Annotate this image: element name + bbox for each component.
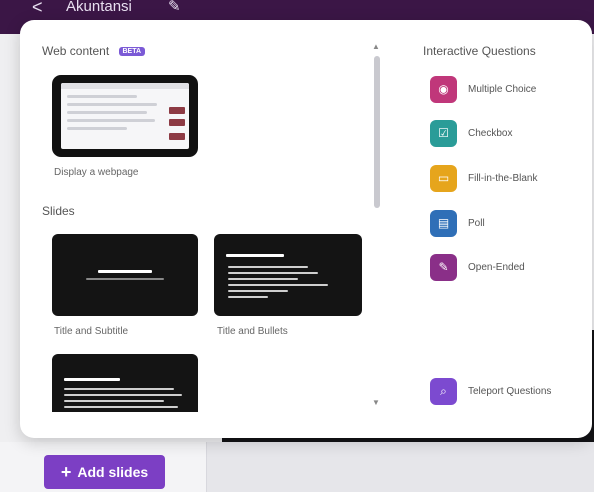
preview-image: [169, 133, 185, 140]
thumb-bullet: [228, 284, 328, 286]
preview-image: [169, 119, 185, 126]
title-bullets-thumbnail[interactable]: [214, 234, 362, 316]
question-label: Open-Ended: [468, 261, 525, 273]
question-label: Poll: [468, 217, 485, 229]
thumb-bullet: [228, 290, 288, 292]
question-multiple-choice[interactable]: ◉ Multiple Choice: [430, 75, 536, 103]
preview-line: [67, 119, 155, 122]
thumb-bullet: [228, 266, 308, 268]
question-label: Fill-in-the-Blank: [468, 172, 538, 184]
preview-image: [169, 107, 185, 114]
teleport-questions-button[interactable]: ⌕ Teleport Questions: [430, 377, 551, 405]
display-webpage-label: Display a webpage: [54, 167, 139, 178]
title-subtitle-label: Title and Subtitle: [54, 326, 129, 337]
scroll-up-icon[interactable]: ▲: [372, 42, 380, 51]
browser-bar: [61, 83, 189, 89]
preview-line: [67, 127, 127, 130]
question-poll[interactable]: ▤ Poll: [430, 209, 485, 237]
add-slides-button[interactable]: + Add slides: [44, 455, 165, 489]
blank-icon: ▭: [430, 164, 457, 192]
slides-heading: Slides: [42, 204, 75, 218]
back-arrow-icon[interactable]: <: [32, 0, 43, 18]
preview-line: [67, 111, 147, 114]
thumb-paragraph: [64, 394, 182, 396]
scrollbar-thumb[interactable]: [374, 56, 380, 208]
teleport-questions-label: Teleport Questions: [468, 385, 552, 397]
question-open-ended[interactable]: ✎ Open-Ended: [430, 253, 525, 281]
title-bullets-label: Title and Bullets: [217, 326, 288, 337]
thumb-title: [226, 254, 284, 257]
checkbox-icon: ☑: [430, 119, 457, 147]
radio-icon: ◉: [430, 75, 457, 103]
interactive-questions-heading: Interactive Questions: [423, 44, 536, 58]
edit-title-icon[interactable]: ✎: [168, 0, 181, 15]
thumb-bullet: [228, 296, 268, 298]
add-slide-popup: Web content BETA Display a webpage Slide…: [20, 20, 592, 438]
preview-line: [67, 103, 157, 106]
question-checkbox[interactable]: ☑ Checkbox: [430, 119, 512, 147]
beta-badge: BETA: [118, 47, 146, 57]
scroll-down-icon[interactable]: ▼: [372, 398, 380, 407]
question-label: Checkbox: [468, 127, 513, 139]
web-content-heading: Web content BETA: [42, 44, 146, 58]
plus-icon: +: [60, 462, 72, 482]
question-label: Multiple Choice: [468, 83, 537, 95]
preview-line: [67, 95, 137, 98]
web-content-heading-text: Web content: [42, 44, 110, 58]
thumb-bullet: [228, 272, 318, 274]
thumb-bullet: [228, 278, 298, 280]
thumb-paragraph: [64, 388, 174, 390]
title-paragraph-thumbnail[interactable]: [52, 354, 198, 412]
thumb-title: [64, 378, 120, 381]
poll-icon: ▤: [430, 209, 457, 237]
add-slides-label: Add slides: [77, 464, 149, 480]
thumb-title: [98, 270, 152, 273]
thumb-paragraph: [64, 400, 164, 402]
webpage-preview: [61, 83, 189, 149]
thumb-subtitle: [86, 278, 164, 280]
presentation-title[interactable]: Akuntansi: [66, 0, 132, 15]
open-ended-icon: ✎: [430, 253, 457, 281]
thumb-paragraph: [64, 406, 178, 408]
display-webpage-thumbnail[interactable]: [52, 75, 198, 157]
search-icon: ⌕: [430, 377, 457, 405]
question-fill-in-the-blank[interactable]: ▭ Fill-in-the-Blank: [430, 164, 537, 192]
title-subtitle-thumbnail[interactable]: [52, 234, 198, 316]
